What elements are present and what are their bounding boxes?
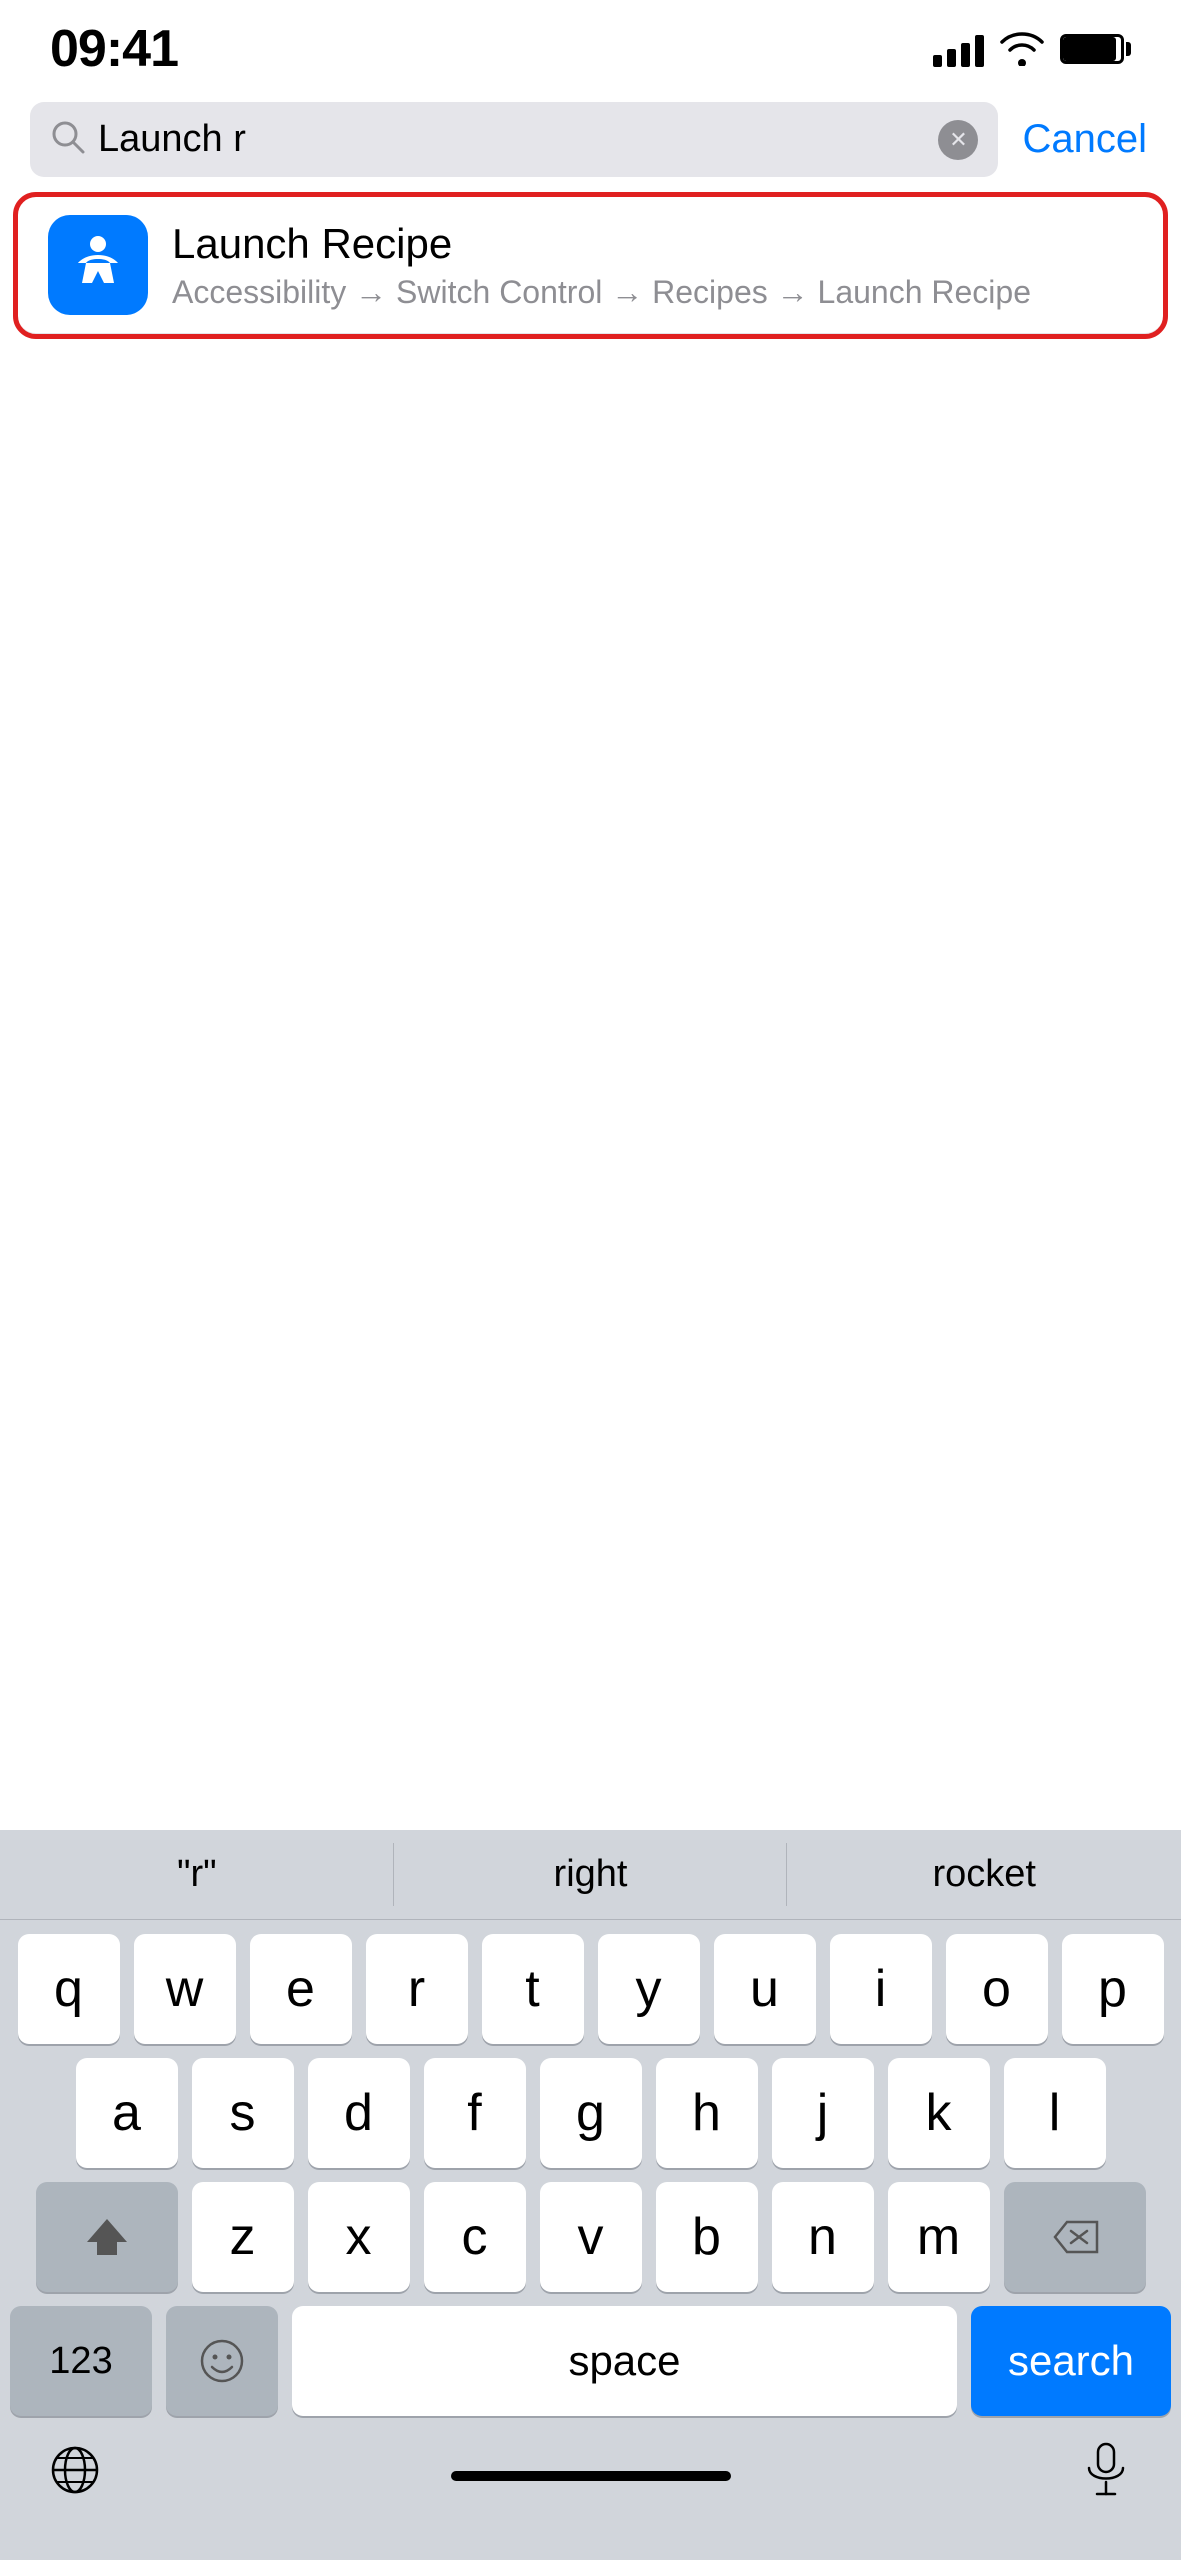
search-bar-container: Launch r ✕ Cancel xyxy=(0,90,1181,189)
result-title: Launch Recipe xyxy=(172,220,1133,268)
result-text: Launch Recipe Accessibility → Switch Con… xyxy=(172,220,1133,311)
numeric-key[interactable]: 123 xyxy=(10,2306,152,2416)
search-key[interactable]: search xyxy=(971,2306,1171,2416)
search-icon xyxy=(50,119,86,161)
delete-key[interactable] xyxy=(1004,2182,1146,2292)
key-o[interactable]: o xyxy=(946,1934,1048,2044)
autocomplete-bar: "r" right rocket xyxy=(0,1830,1181,1920)
key-x[interactable]: x xyxy=(308,2182,410,2292)
autocomplete-item-0[interactable]: "r" xyxy=(0,1830,394,1919)
result-breadcrumb: Accessibility → Switch Control → Recipes… xyxy=(172,274,1133,311)
key-a[interactable]: a xyxy=(76,2058,178,2168)
key-row-2: a s d f g h j k l xyxy=(10,2058,1171,2168)
key-i[interactable]: i xyxy=(830,1934,932,2044)
key-w[interactable]: w xyxy=(134,1934,236,2044)
result-icon xyxy=(48,215,148,315)
key-e[interactable]: e xyxy=(250,1934,352,2044)
key-h[interactable]: h xyxy=(656,2058,758,2168)
bottom-toolbar xyxy=(0,2430,1181,2520)
globe-icon[interactable] xyxy=(30,2440,120,2500)
key-d[interactable]: d xyxy=(308,2058,410,2168)
emoji-key[interactable] xyxy=(166,2306,278,2416)
clear-button[interactable]: ✕ xyxy=(938,120,978,160)
microphone-icon[interactable] xyxy=(1061,2440,1151,2500)
battery-icon xyxy=(1060,34,1131,64)
status-bar: 09:41 xyxy=(0,0,1181,90)
key-q[interactable]: q xyxy=(18,1934,120,2044)
search-result-item[interactable]: Launch Recipe Accessibility → Switch Con… xyxy=(18,197,1163,334)
cancel-button[interactable]: Cancel xyxy=(1018,117,1151,162)
keyboard: "r" right rocket q w e r t y u i o p a s… xyxy=(0,1830,1181,2560)
search-input[interactable]: Launch r xyxy=(98,118,926,161)
autocomplete-item-2[interactable]: rocket xyxy=(787,1830,1181,1919)
key-y[interactable]: y xyxy=(598,1934,700,2044)
key-m[interactable]: m xyxy=(888,2182,990,2292)
key-c[interactable]: c xyxy=(424,2182,526,2292)
key-l[interactable]: l xyxy=(1004,2058,1106,2168)
key-u[interactable]: u xyxy=(714,1934,816,2044)
key-row-4: 123 space search xyxy=(10,2306,1171,2416)
key-s[interactable]: s xyxy=(192,2058,294,2168)
key-row-1: q w e r t y u i o p xyxy=(10,1934,1171,2044)
status-icons xyxy=(933,31,1131,67)
key-v[interactable]: v xyxy=(540,2182,642,2292)
key-row-3: z x c v b n m xyxy=(10,2182,1171,2292)
key-g[interactable]: g xyxy=(540,2058,642,2168)
key-b[interactable]: b xyxy=(656,2182,758,2292)
search-bar[interactable]: Launch r ✕ xyxy=(30,102,998,177)
key-n[interactable]: n xyxy=(772,2182,874,2292)
key-k[interactable]: k xyxy=(888,2058,990,2168)
space-key[interactable]: space xyxy=(292,2306,957,2416)
key-f[interactable]: f xyxy=(424,2058,526,2168)
key-p[interactable]: p xyxy=(1062,1934,1164,2044)
signal-icon xyxy=(933,31,984,67)
keyboard-keys: q w e r t y u i o p a s d f g h j k l xyxy=(0,1920,1181,2416)
key-z[interactable]: z xyxy=(192,2182,294,2292)
home-indicator xyxy=(451,2471,731,2481)
status-time: 09:41 xyxy=(50,19,178,79)
wifi-icon xyxy=(1000,31,1044,67)
key-j[interactable]: j xyxy=(772,2058,874,2168)
shift-key[interactable] xyxy=(36,2182,178,2292)
key-t[interactable]: t xyxy=(482,1934,584,2044)
key-r[interactable]: r xyxy=(366,1934,468,2044)
autocomplete-item-1[interactable]: right xyxy=(394,1830,788,1919)
